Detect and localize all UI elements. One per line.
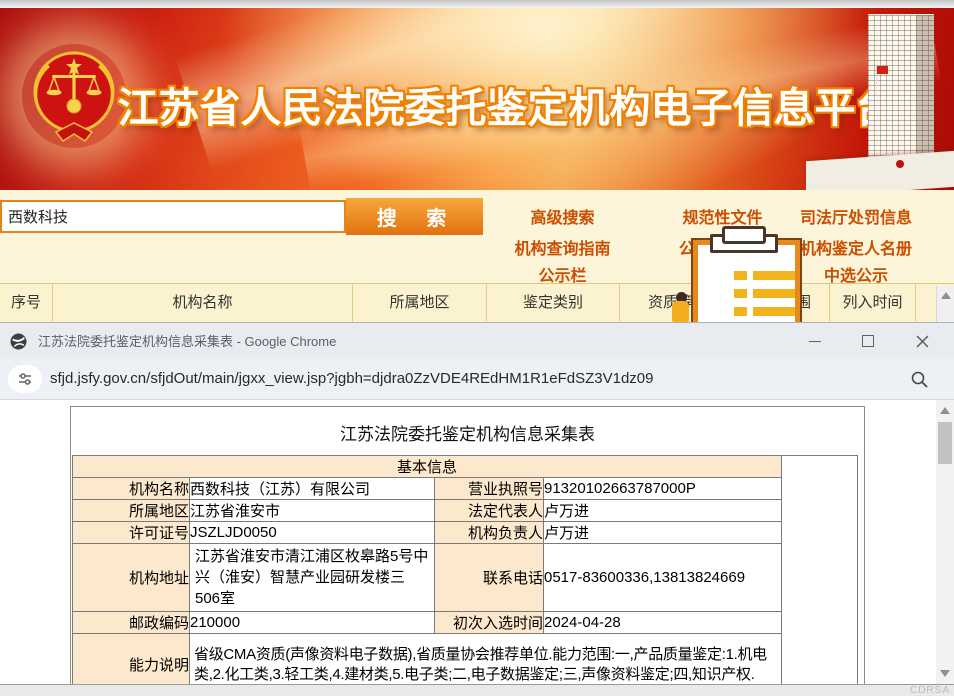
field-value: 210000 (190, 612, 435, 634)
field-label: 许可证号 (73, 522, 190, 544)
field-value: 卢万进 (544, 522, 782, 544)
link-normative-files[interactable]: 规范性文件 (655, 204, 790, 228)
minimize-icon (809, 341, 821, 342)
courthouse-building-graphic (840, 8, 954, 190)
clipboard-clip-tab (722, 226, 766, 244)
col-header-seq: 序号 (0, 284, 53, 322)
field-label: 联系电话 (435, 544, 544, 612)
table-row: 机构名称 西数科技（江苏）有限公司 营业执照号 9132010266378700… (73, 478, 858, 500)
field-label: 机构负责人 (435, 522, 544, 544)
close-button[interactable] (902, 323, 942, 359)
field-value: 省级CMA资质(声像资料电子数据),省质量协会推荐单位.能力范围:一,产品质量鉴… (190, 634, 782, 685)
address-url[interactable]: sfjd.jsfy.gov.cn/sfjdOut/main/jgxx_view.… (50, 359, 653, 399)
search-input[interactable] (0, 200, 346, 233)
table-row-section: 基本信息 (73, 456, 858, 478)
field-label: 初次入选时间 (435, 612, 544, 634)
form-title: 江苏法院委托鉴定机构信息采集表 (70, 420, 865, 445)
section-header: 基本信息 (73, 456, 782, 478)
link-advanced-search[interactable]: 高级搜索 (495, 204, 630, 228)
field-value: 卢万进 (544, 500, 782, 522)
watermark: CDRSA (910, 685, 950, 696)
popup-window: 江苏法院委托鉴定机构信息采集表 - Google Chrome sfjd.jsf… (0, 322, 954, 695)
zoom-button[interactable] (910, 370, 929, 394)
table-row: 能力说明 省级CMA资质(声像资料电子数据),省质量协会推荐单位.能力范围:一,… (73, 634, 858, 685)
page-top-edge (0, 0, 954, 8)
field-label: 所属地区 (73, 500, 190, 522)
field-value: JSZLJD0050 (190, 522, 435, 544)
field-label: 邮政编码 (73, 612, 190, 634)
site-favicon-icon (10, 333, 27, 350)
field-value: 西数科技（江苏）有限公司 (190, 478, 435, 500)
red-flag (877, 66, 888, 74)
col-header-org-name: 机构名称 (53, 284, 353, 322)
table-row: 邮政编码 210000 初次入选时间 2024-04-28 (73, 612, 858, 634)
field-label: 营业执照号 (435, 478, 544, 500)
scroll-up-icon[interactable] (940, 407, 950, 414)
field-label: 法定代表人 (435, 500, 544, 522)
link-org-query-guide[interactable]: 机构查询指南 (495, 235, 630, 259)
popup-content: 江苏法院委托鉴定机构信息采集表 基本信息 机构名称 西数科技（江苏）有限公司 营… (0, 400, 954, 684)
field-value: 江苏省淮安市 (190, 500, 435, 522)
field-value: 2024-04-28 (544, 612, 782, 634)
close-icon (916, 335, 929, 348)
field-value: 91320102663787000P (544, 478, 782, 500)
plaza-emblem (896, 160, 904, 168)
col-header-region: 所属地区 (353, 284, 487, 322)
popup-titlebar[interactable]: 江苏法院委托鉴定机构信息采集表 - Google Chrome (0, 323, 954, 359)
tune-icon (17, 371, 33, 387)
empty-side-column (782, 456, 858, 685)
minimize-button[interactable] (795, 323, 835, 359)
field-label: 机构地址 (73, 544, 190, 612)
building-tower (868, 14, 934, 167)
scroll-up-icon[interactable] (941, 292, 951, 299)
clipboard-illustration (670, 226, 794, 322)
field-value: 0517-83600336,13813824669 (544, 544, 782, 612)
results-table-header: 序号 机构名称 所属地区 鉴定类别 资质等 围 列入时间 (0, 283, 954, 323)
field-value: 江苏省淮安市清江浦区枚皋路5号中兴（淮安）智慧产业园研发楼三506室 (190, 544, 435, 612)
popup-urlbar: sfjd.jsfy.gov.cn/sfjdOut/main/jgxx_view.… (0, 359, 954, 400)
maximize-icon (862, 335, 874, 347)
search-button[interactable]: 搜 索 (346, 198, 483, 235)
link-appraiser-roster[interactable]: 机构鉴定人名册 (785, 235, 927, 259)
scrollbar-thumb[interactable] (938, 422, 952, 464)
site-settings-chip[interactable] (8, 365, 42, 393)
site-title: 江苏省人民法院委托鉴定机构电子信息平台 (112, 74, 902, 134)
site-banner: 江苏省人民法院委托鉴定机构电子信息平台 (0, 8, 954, 190)
building-plaza (806, 151, 954, 190)
col-header-listed-time: 列入时间 (830, 284, 916, 322)
field-label: 机构名称 (73, 478, 190, 500)
link-dept-punish-info[interactable]: 司法厅处罚信息 (785, 204, 927, 228)
mascot-figure-body (672, 301, 689, 322)
scroll-down-icon[interactable] (940, 670, 950, 677)
maximize-button[interactable] (848, 323, 888, 359)
info-table: 基本信息 机构名称 西数科技（江苏）有限公司 营业执照号 91320102663… (72, 455, 858, 684)
col-header-category: 鉴定类别 (487, 284, 620, 322)
popup-window-title: 江苏法院委托鉴定机构信息采集表 - Google Chrome (38, 323, 336, 360)
popup-scrollbar[interactable] (936, 400, 954, 684)
table-row: 机构地址 江苏省淮安市清江浦区枚皋路5号中兴（淮安）智慧产业园研发楼三506室 … (73, 544, 858, 612)
field-label: 能力说明 (73, 634, 190, 685)
table-row: 所属地区 江苏省淮安市 法定代表人 卢万进 (73, 500, 858, 522)
magnifier-icon (910, 370, 929, 389)
popup-bottom-edge: CDRSA (0, 684, 954, 696)
search-area: 搜 索 高级搜索 机构查询指南 公示栏 规范性文件 公 司法厅处罚信息 机构鉴定… (0, 190, 954, 283)
page-scrollbar[interactable] (936, 286, 954, 323)
table-row: 许可证号 JSZLJD0050 机构负责人 卢万进 (73, 522, 858, 544)
